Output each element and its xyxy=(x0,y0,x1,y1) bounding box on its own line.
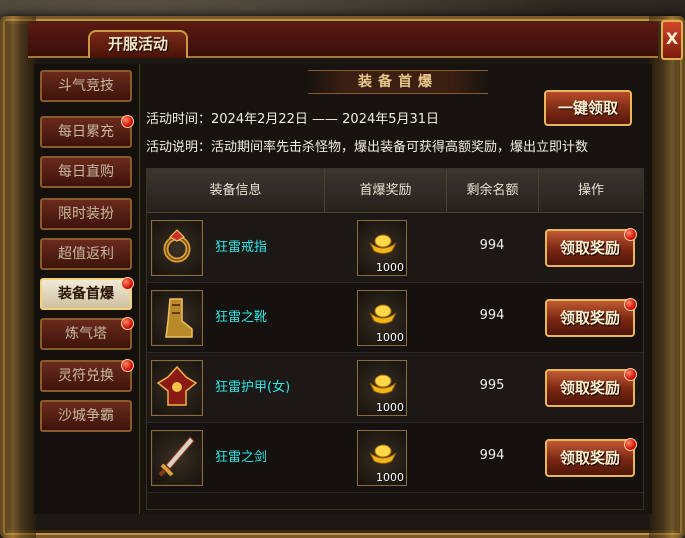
activity-description: 活动说明：活动期间率先击杀怪物，爆出装备可获得高额奖励，爆出立即计数 xyxy=(146,140,589,155)
table-row: 狂雷之靴 1000 994 领取奖励 xyxy=(147,283,643,353)
claim-reward-button[interactable]: 领取奖励 xyxy=(545,368,637,407)
item-name: 狂雷护甲(女) xyxy=(215,380,291,395)
column-header-action: 操作 xyxy=(577,183,604,198)
notification-dot xyxy=(121,277,134,290)
claim-reward-button[interactable]: 领取奖励 xyxy=(545,228,637,267)
sidebar-item-label: 斗气竞技 xyxy=(58,78,114,94)
sidebar-item-talisman[interactable]: 灵符兑换 xyxy=(40,359,134,392)
reward-count: 1000 xyxy=(376,471,404,484)
table-row: 狂雷戒指 1000 994 领取奖励 xyxy=(147,213,643,283)
sidebar-item-label: 炼气塔 xyxy=(65,326,107,342)
column-header-remaining: 剩余名额 xyxy=(447,169,539,213)
close-button[interactable]: X xyxy=(661,20,683,60)
sidebar-item-label: 限时装扮 xyxy=(58,206,114,222)
sidebar: 斗气竞技 每日累充 每日直购 限时装扮 超值返利 装备首爆 炼气塔 灵符兑换 沙… xyxy=(34,64,140,514)
notification-dot xyxy=(624,298,637,311)
armor-icon[interactable] xyxy=(151,360,203,416)
gold-ingot-icon[interactable]: 1000 xyxy=(357,220,407,276)
gold-ingot-icon[interactable]: 1000 xyxy=(357,290,407,346)
sidebar-item-siege[interactable]: 沙城争霸 xyxy=(40,400,132,432)
claim-reward-label: 领取奖励 xyxy=(559,309,620,327)
gold-ingot-icon[interactable]: 1000 xyxy=(357,360,407,416)
notification-dot xyxy=(121,359,134,372)
table-header: 装备信息 首爆奖励 剩余名额 操作 xyxy=(147,169,643,213)
gold-ingot-icon[interactable]: 1000 xyxy=(357,430,407,486)
claim-reward-label: 领取奖励 xyxy=(559,379,620,397)
notification-dot xyxy=(121,317,134,330)
reward-count: 1000 xyxy=(376,331,404,344)
notification-dot xyxy=(624,228,637,241)
claim-reward-button[interactable]: 领取奖励 xyxy=(545,438,637,477)
sidebar-item-label: 每日直购 xyxy=(58,164,114,180)
ornate-frame-right xyxy=(649,16,685,538)
claim-reward-button[interactable]: 领取奖励 xyxy=(545,298,637,337)
remaining-count: 994 xyxy=(479,308,505,323)
boots-icon[interactable] xyxy=(151,290,203,346)
remaining-count: 994 xyxy=(479,448,505,463)
item-name: 狂雷戒指 xyxy=(215,240,268,255)
reward-count: 1000 xyxy=(376,401,404,414)
sidebar-item-rebate[interactable]: 超值返利 xyxy=(40,238,132,270)
activity-time: 活动时间：2024年2月22日 —— 2024年5月31日 xyxy=(146,112,440,127)
sidebar-item-limited-outfit[interactable]: 限时装扮 xyxy=(40,198,132,230)
ring-icon[interactable] xyxy=(151,220,203,276)
reward-count: 1000 xyxy=(376,261,404,274)
page-title: 装备首爆 xyxy=(308,70,488,94)
ornate-frame-left xyxy=(0,16,36,538)
sidebar-item-tower[interactable]: 炼气塔 xyxy=(40,317,134,350)
game-stage: 开服活动 X 斗气竞技 每日累充 每日直购 限时装扮 超值返利 装备首爆 炼气塔… xyxy=(0,0,685,538)
sidebar-item-dou-qi[interactable]: 斗气竞技 xyxy=(40,70,132,102)
sidebar-item-label: 灵符兑换 xyxy=(58,368,114,384)
sidebar-item-label: 超值返利 xyxy=(58,246,114,262)
item-name: 狂雷之靴 xyxy=(215,310,268,325)
remaining-count: 994 xyxy=(479,238,505,253)
table-row: 狂雷之剑 1000 994 领取奖励 xyxy=(147,423,643,493)
sidebar-item-daily-purchase[interactable]: 每日直购 xyxy=(40,156,132,188)
sidebar-item-label: 沙城争霸 xyxy=(58,408,114,424)
remaining-count: 995 xyxy=(479,378,505,393)
table-row: 狂雷护甲(女) 1000 995 领取奖励 xyxy=(147,353,643,423)
notification-dot xyxy=(624,438,637,451)
column-header-equipment: 装备信息 xyxy=(147,169,325,213)
window-title: 开服活动 xyxy=(88,30,188,58)
notification-dot xyxy=(624,368,637,381)
claim-all-button[interactable]: 一键领取 xyxy=(544,90,632,126)
sidebar-item-first-drop[interactable]: 装备首爆 xyxy=(40,277,134,310)
sidebar-item-label: 每日累充 xyxy=(58,124,114,140)
sidebar-item-label: 装备首爆 xyxy=(58,286,114,302)
sidebar-item-daily-recharge[interactable]: 每日累充 xyxy=(40,115,134,148)
sword-icon[interactable] xyxy=(151,430,203,486)
claim-reward-label: 领取奖励 xyxy=(559,449,620,467)
main-panel: 装备首爆 一键领取 活动时间：2024年2月22日 —— 2024年5月31日 … xyxy=(140,64,652,514)
reward-table: 装备信息 首爆奖励 剩余名额 操作 狂雷戒指 1000 994 领取奖励 狂雷之… xyxy=(146,168,644,510)
column-header-reward: 首爆奖励 xyxy=(325,169,447,213)
claim-reward-label: 领取奖励 xyxy=(559,239,620,257)
notification-dot xyxy=(121,115,134,128)
item-name: 狂雷之剑 xyxy=(215,450,268,465)
